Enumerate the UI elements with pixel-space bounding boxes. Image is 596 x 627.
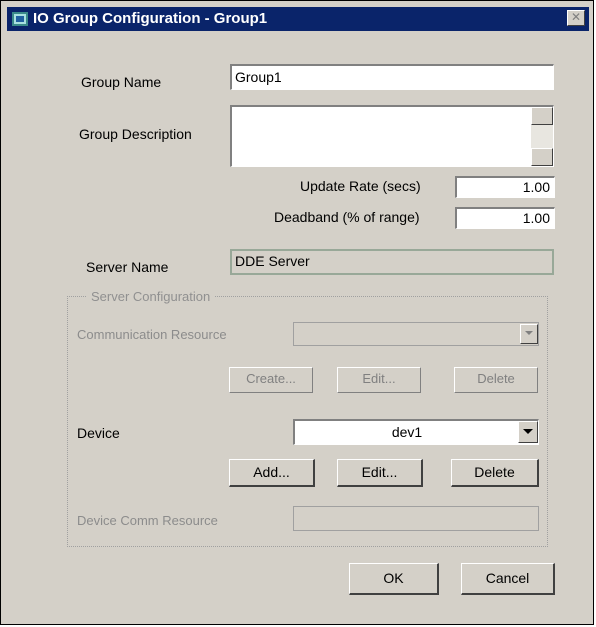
edit-device-button[interactable]: Edit... (337, 459, 423, 487)
device-comm-resource-label: Device Comm Resource (77, 513, 218, 528)
delete-device-button[interactable]: Delete (451, 459, 539, 487)
dialog-window: IO Group Configuration - Group1 ✕ Group … (0, 0, 594, 625)
description-scrollbar[interactable] (531, 107, 553, 166)
app-icon (12, 12, 28, 26)
group-name-label: Group Name (81, 74, 162, 90)
scroll-track[interactable] (531, 125, 553, 148)
deadband-label: Deadband (% of range) (274, 209, 420, 225)
device-comm-resource-field (293, 506, 539, 531)
close-icon: ✕ (570, 10, 582, 24)
communication-resource-select[interactable] (293, 322, 539, 346)
ok-button[interactable]: OK (349, 563, 439, 595)
title-bar[interactable]: IO Group Configuration - Group1 ✕ (7, 7, 589, 31)
window-title: IO Group Configuration - Group1 (33, 10, 268, 27)
group-description-label: Group Description (79, 126, 192, 142)
update-rate-label: Update Rate (secs) (300, 178, 421, 194)
scroll-up-button[interactable] (531, 107, 553, 125)
server-name-label: Server Name (86, 259, 169, 275)
delete-comm-button[interactable]: Delete (454, 367, 538, 393)
deadband-input[interactable]: 1.00 (455, 207, 555, 229)
device-dropdown-button[interactable] (518, 421, 538, 443)
group-description-textarea[interactable] (230, 105, 554, 167)
server-configuration-legend: Server Configuration (87, 290, 215, 304)
group-description-text (232, 108, 238, 124)
update-rate-input[interactable]: 1.00 (455, 176, 555, 198)
device-label: Device (77, 425, 120, 441)
create-button[interactable]: Create... (229, 367, 313, 393)
group-name-input[interactable]: Group1 (230, 64, 554, 90)
close-button[interactable]: ✕ (567, 10, 585, 26)
communication-resource-dropdown-button[interactable] (520, 324, 538, 344)
add-device-button[interactable]: Add... (229, 459, 315, 487)
edit-comm-button[interactable]: Edit... (337, 367, 421, 393)
chevron-down-icon (525, 331, 533, 335)
server-name-field: DDE Server (230, 249, 554, 275)
device-select[interactable]: dev1 (293, 419, 539, 445)
cancel-button[interactable]: Cancel (461, 563, 555, 595)
scroll-down-button[interactable] (531, 148, 553, 166)
chevron-down-icon (523, 429, 533, 434)
communication-resource-label: Communication Resource (77, 327, 227, 342)
